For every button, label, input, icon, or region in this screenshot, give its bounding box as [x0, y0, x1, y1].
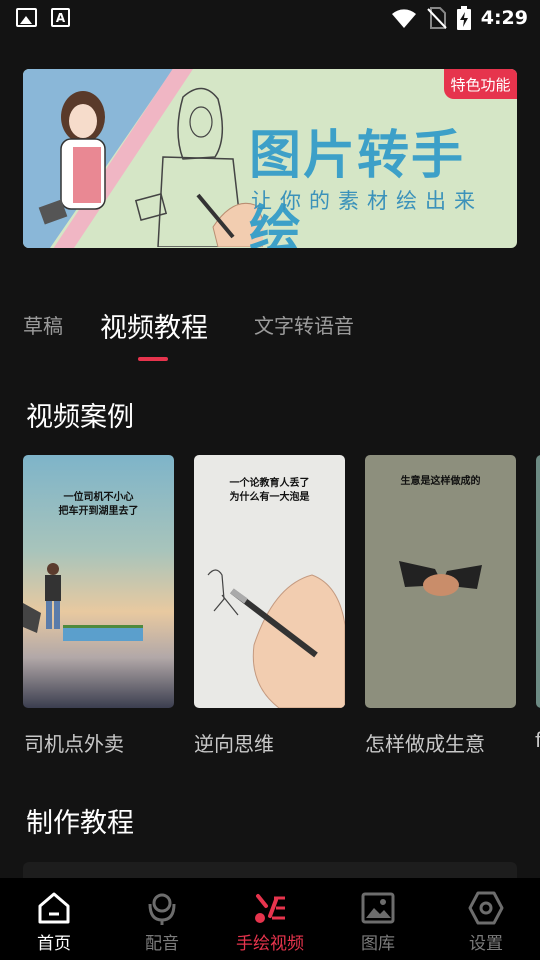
- case-caption: 逆向思维: [194, 732, 274, 756]
- case-caption: f: [535, 728, 540, 752]
- active-tab-indicator: [138, 357, 168, 361]
- nav-hand-drawn-video[interactable]: 手绘视频: [216, 878, 324, 960]
- girl-illustration: [38, 87, 263, 247]
- nav-label: 首页: [37, 934, 71, 954]
- hand-drawn-video-icon: [255, 894, 285, 923]
- nav-gallery[interactable]: 图库: [324, 878, 432, 960]
- wifi-icon: [391, 9, 416, 28]
- microphone-icon: [148, 893, 176, 925]
- banner-subtitle: 让你的素材绘出来: [251, 189, 483, 213]
- feature-badge: 特色功能: [444, 69, 517, 99]
- section-title-cases: 视频案例: [26, 402, 134, 433]
- status-bar: A 4:29: [0, 0, 540, 36]
- case-caption: 司机点外卖: [24, 732, 124, 756]
- nav-label: 手绘视频: [236, 934, 304, 954]
- handshake-illustration: [399, 561, 482, 596]
- card-overlay-text: 一位司机不小心 把车开到湖里去了: [58, 492, 139, 517]
- case-card-reverse-thinking[interactable]: 一个论教育人丢了 为什么有一大泡是: [194, 455, 345, 708]
- nav-label: 配音: [145, 934, 179, 954]
- nav-label: 设置: [469, 934, 503, 954]
- case-card-business[interactable]: 生意是这样做成的: [365, 455, 516, 708]
- banner-title: 图片转手绘: [249, 126, 466, 248]
- nav-dubbing[interactable]: 配音: [108, 878, 216, 960]
- hand-drawing-illustration: [207, 569, 345, 708]
- nav-home[interactable]: 首页: [0, 878, 108, 960]
- home-icon: [38, 892, 70, 924]
- tab-drafts[interactable]: 草稿: [23, 310, 63, 339]
- battery-charging-icon: [456, 6, 471, 30]
- image-notification-icon: [16, 8, 37, 27]
- tab-video-tutorial[interactable]: 视频教程: [100, 306, 208, 345]
- case-card-partial[interactable]: [536, 455, 540, 708]
- card-overlay-text: 一个论教育人丢了 为什么有一大泡是: [229, 478, 310, 503]
- text-notification-icon: A: [51, 8, 70, 27]
- status-time: 4:29: [480, 7, 528, 29]
- feature-banner[interactable]: 特色功能 图片转手绘 让你的素材绘出来: [23, 69, 517, 248]
- case-card-driver[interactable]: 一位司机不小心 把车开到湖里去了: [23, 455, 174, 708]
- bottom-navigation: 首页 配音 手绘视频 图库 设置: [0, 878, 540, 960]
- driver-scene-illustration: [23, 563, 143, 641]
- card-overlay-text: 生意是这样做成的: [400, 476, 481, 487]
- section-title-tutorials: 制作教程: [26, 808, 134, 839]
- tab-text-to-speech[interactable]: 文字转语音: [254, 310, 354, 339]
- nav-label: 图库: [361, 934, 395, 954]
- settings-icon: [468, 891, 504, 925]
- content-tabs: 草稿 视频教程 文字转语音: [23, 310, 523, 364]
- no-sim-icon: [427, 7, 447, 29]
- case-caption: 怎样做成生意: [365, 732, 485, 756]
- gallery-icon: [361, 892, 395, 924]
- nav-settings[interactable]: 设置: [432, 878, 540, 960]
